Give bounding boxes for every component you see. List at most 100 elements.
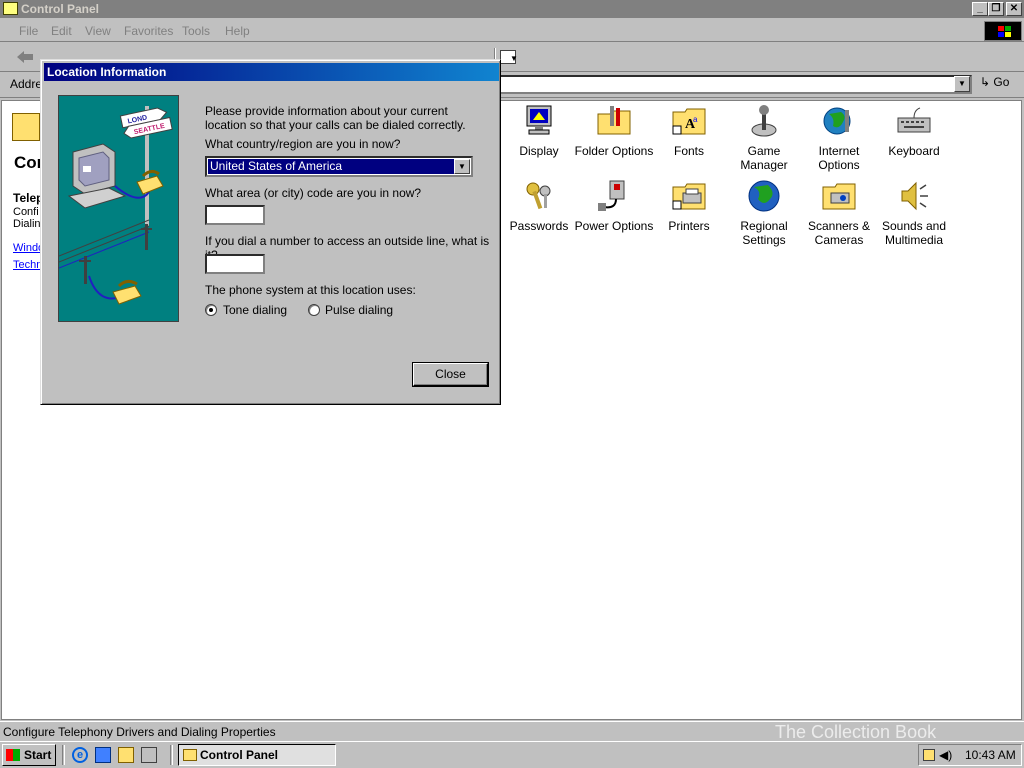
- go-arrow-icon: ↳: [980, 75, 991, 89]
- keys-icon: [521, 179, 557, 213]
- pulse-dialing-radio[interactable]: [308, 304, 320, 316]
- scanners-cameras-item[interactable]: Scanners & Cameras: [799, 179, 879, 247]
- left-pane-link-tech[interactable]: Techn: [13, 259, 42, 271]
- window-title: Control Panel: [21, 2, 100, 16]
- go-label: Go: [993, 75, 1010, 89]
- earth-globe-icon: [746, 179, 782, 213]
- sounds-multimedia-label: Sounds and Multimedia: [881, 219, 947, 247]
- restore-button[interactable]: ❐: [988, 2, 1004, 16]
- outside-line-input[interactable]: [205, 254, 265, 274]
- speaker-icon: [896, 179, 932, 213]
- telephony-illustration: LOND SEATTLE: [58, 95, 179, 322]
- internet-options-label: Internet Options: [818, 144, 860, 172]
- telephony-small-icon: [12, 113, 40, 141]
- power-options-item[interactable]: Power Options: [574, 179, 654, 233]
- menu-file[interactable]: File: [19, 24, 38, 38]
- passwords-label: Passwords: [509, 219, 569, 233]
- folder-options-label: Folder Options: [574, 144, 654, 158]
- back-arrow-icon[interactable]: [16, 50, 34, 64]
- display-label: Display: [519, 144, 559, 158]
- show-desktop-icon[interactable]: [118, 747, 134, 763]
- ie-icon[interactable]: e: [72, 747, 88, 763]
- fonts-item[interactable]: Aa Fonts: [649, 104, 729, 158]
- scanner-folder-icon: [821, 179, 857, 213]
- clock: 10:43 AM: [965, 748, 1016, 762]
- menu-favorites[interactable]: Favorites: [124, 24, 173, 38]
- outlook-express-icon[interactable]: [95, 747, 111, 763]
- area-code-input[interactable]: [205, 205, 265, 225]
- close-button[interactable]: Close: [412, 362, 489, 387]
- country-selected-value: United States of America: [208, 159, 455, 174]
- keyboard-item[interactable]: Keyboard: [874, 104, 954, 158]
- country-label: What country/region are you in now?: [205, 137, 401, 151]
- regional-settings-label: Regional Settings: [740, 219, 788, 247]
- address-label: Addre: [10, 77, 43, 91]
- passwords-item[interactable]: Passwords: [499, 179, 579, 233]
- joystick-icon: [746, 104, 782, 138]
- go-button[interactable]: ↳ Go: [980, 75, 1009, 89]
- left-pane-desc1: Confi: [13, 206, 39, 218]
- start-logo-icon: [6, 749, 20, 761]
- tone-dialing-radio[interactable]: [205, 304, 217, 316]
- country-select[interactable]: United States of America ▼: [205, 156, 473, 177]
- power-options-label: Power Options: [574, 219, 654, 233]
- scanners-cameras-label: Scanners & Cameras: [807, 219, 871, 247]
- menu-help[interactable]: Help: [225, 24, 250, 38]
- keyboard-label: Keyboard: [888, 144, 940, 158]
- views-dropdown-icon[interactable]: ▼: [510, 54, 518, 63]
- display-item[interactable]: Display: [499, 104, 579, 158]
- fonts-folder-icon: Aa: [671, 104, 707, 138]
- status-text: Configure Telephony Drivers and Dialing …: [3, 725, 276, 739]
- left-pane-desc2: Dialin: [13, 218, 41, 230]
- keyboard-icon: [896, 104, 932, 138]
- menu-bar: File Edit View Favorites Tools Help: [0, 20, 1024, 42]
- task-separator: [170, 745, 173, 765]
- internet-options-item[interactable]: Internet Options: [799, 104, 879, 172]
- address-dropdown-icon[interactable]: ▼: [954, 76, 970, 92]
- globe-icon: [821, 104, 857, 138]
- game-manager-label: Game Manager: [740, 144, 788, 172]
- menu-edit[interactable]: Edit: [51, 24, 72, 38]
- close-window-button[interactable]: ✕: [1006, 2, 1022, 16]
- regional-settings-item[interactable]: Regional Settings: [724, 179, 804, 247]
- intro-text: Please provide information about your cu…: [205, 104, 466, 132]
- printer-folder-icon: [671, 179, 707, 213]
- monitor-icon: [521, 104, 557, 138]
- sounds-multimedia-item[interactable]: Sounds and Multimedia: [874, 179, 954, 247]
- printers-label: Printers: [668, 219, 710, 233]
- task-control-panel-icon: [183, 749, 197, 761]
- svg-text:a: a: [693, 115, 698, 124]
- game-manager-item[interactable]: Game Manager: [724, 104, 804, 172]
- area-code-label: What area (or city) code are you in now?: [205, 186, 422, 200]
- menu-view[interactable]: View: [85, 24, 111, 38]
- minimize-button[interactable]: _: [972, 2, 988, 16]
- watermark-text: The Collection Book: [775, 722, 937, 742]
- system-tray: ◀) 10:43 AM: [918, 744, 1022, 766]
- windows-logo-icon: [984, 21, 1022, 41]
- quicklaunch-separator: [62, 745, 65, 765]
- channels-icon[interactable]: [141, 747, 157, 763]
- start-button[interactable]: Start: [2, 744, 56, 766]
- task-control-panel-label: Control Panel: [200, 748, 279, 762]
- folder-options-item[interactable]: Folder Options: [574, 104, 654, 158]
- fonts-label: Fonts: [673, 144, 704, 158]
- task-control-panel-button[interactable]: Control Panel: [178, 744, 336, 766]
- menu-tools[interactable]: Tools: [182, 24, 210, 38]
- location-information-dialog: Location Information LOND SEATTLE Please…: [40, 59, 501, 405]
- window-titlebar: Control Panel _ ❐ ✕: [0, 0, 1024, 18]
- power-plug-icon: [596, 179, 632, 213]
- start-label: Start: [24, 748, 52, 762]
- dialog-titlebar[interactable]: Location Information: [44, 63, 499, 81]
- tray-volume-icon[interactable]: ◀): [939, 748, 952, 762]
- address-field[interactable]: [496, 75, 972, 94]
- control-panel-icon: [3, 2, 18, 15]
- phone-system-label: The phone system at this location uses:: [205, 283, 416, 297]
- dialog-title: Location Information: [47, 65, 167, 79]
- chevron-down-icon[interactable]: ▼: [454, 159, 470, 174]
- folder-tools-icon: [596, 104, 632, 138]
- printers-item[interactable]: Printers: [649, 179, 729, 233]
- tone-dialing-label[interactable]: Tone dialing: [223, 303, 287, 317]
- tray-telephony-icon[interactable]: [923, 749, 935, 761]
- left-pane-section: Telep: [13, 191, 44, 205]
- pulse-dialing-label[interactable]: Pulse dialing: [325, 303, 393, 317]
